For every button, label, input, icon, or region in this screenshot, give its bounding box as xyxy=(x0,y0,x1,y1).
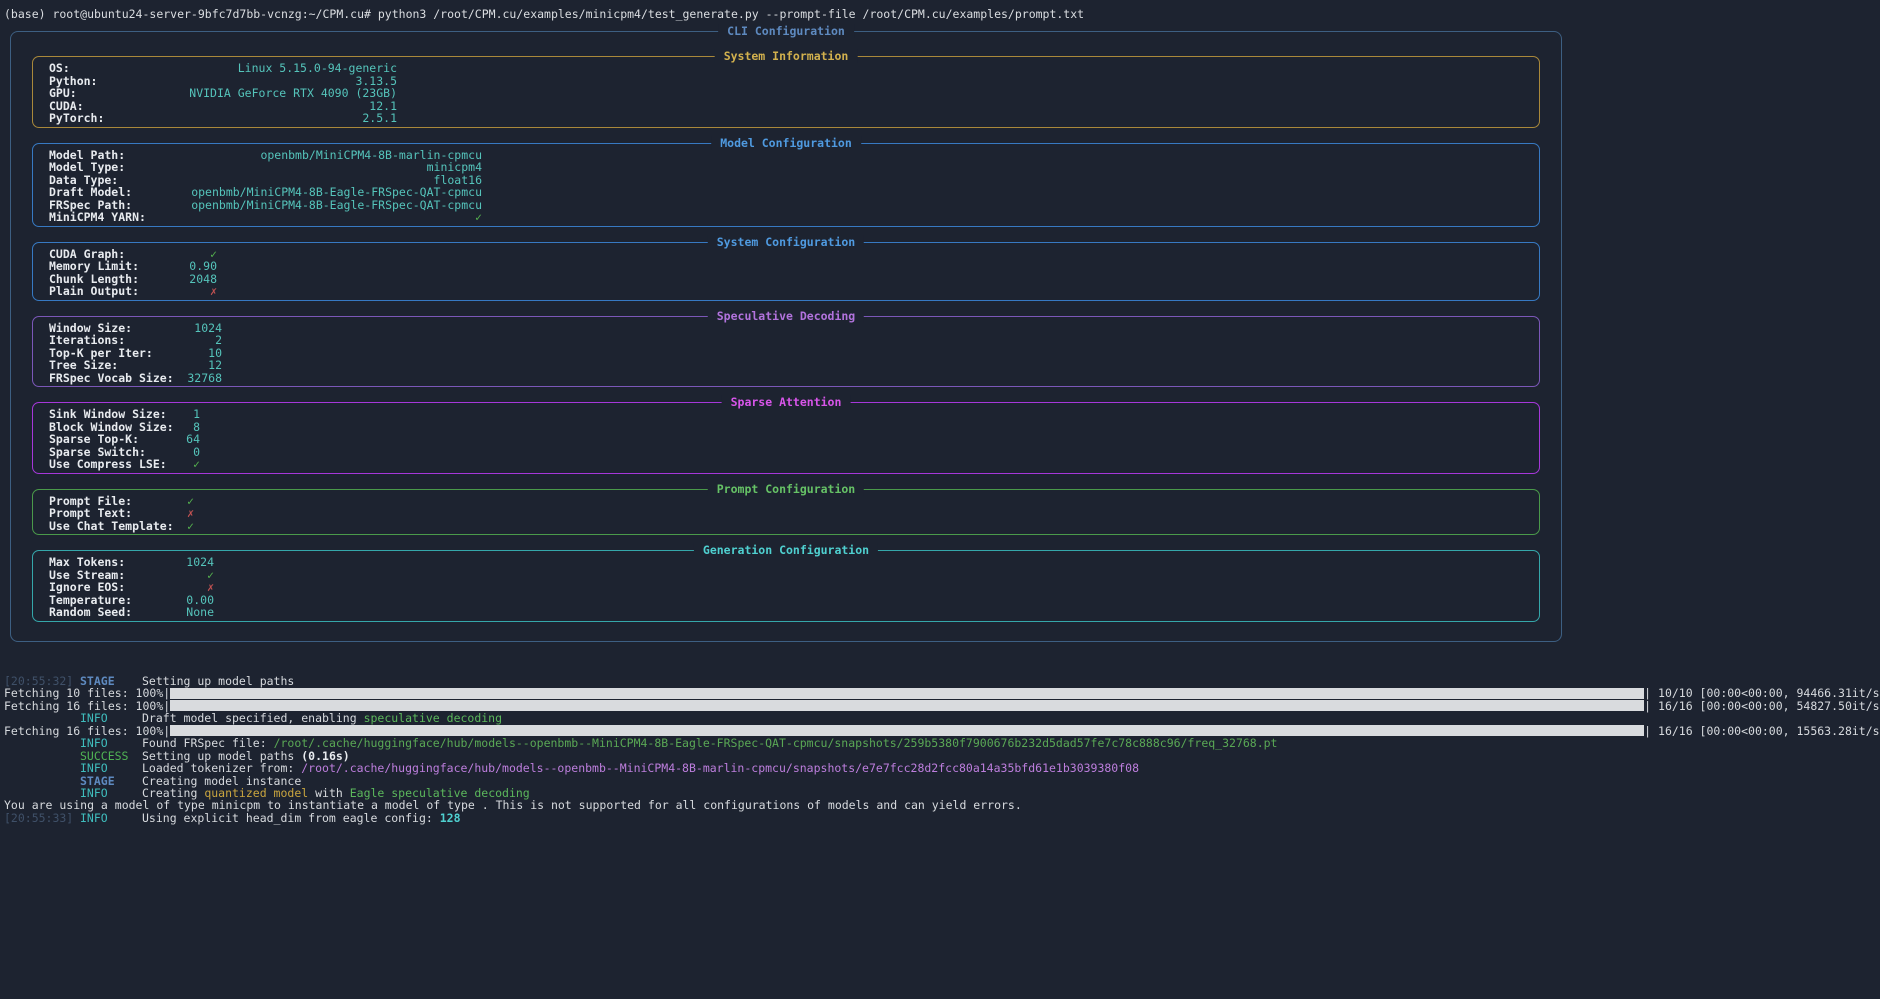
config-value: 32768 xyxy=(49,372,222,385)
log-level: INFO xyxy=(80,812,142,824)
config-row: Iterations:2 xyxy=(49,334,1523,347)
cross-icon: ✗ xyxy=(49,285,217,298)
config-row: Prompt Text:✗ xyxy=(49,507,1523,520)
section-model-configuration: Model Configuration Model Path:openbmb/M… xyxy=(32,143,1540,227)
config-row: Max Tokens:1024 xyxy=(49,556,1523,569)
config-row: MiniCPM4 YARN:✓ xyxy=(49,211,1523,224)
log-level: INFO xyxy=(80,762,142,774)
shell-command-line: (base) root@ubuntu24-server-9bfc7d7bb-vc… xyxy=(4,7,1084,21)
config-row: Ignore EOS:✗ xyxy=(49,581,1523,594)
config-row: Sink Window Size:1 xyxy=(49,408,1523,421)
config-row: Use Compress LSE:✓ xyxy=(49,458,1523,471)
check-icon: ✓ xyxy=(49,211,482,224)
section-system-information: System Information OS:Linux 5.15.0-94-ge… xyxy=(32,56,1540,128)
log-message: Using explicit head_dim from eagle confi… xyxy=(142,811,440,825)
config-row: Prompt File:✓ xyxy=(49,495,1523,508)
progress-stats: | 16/16 [00:00<00:00, 54827.50it/s] xyxy=(1644,699,1880,713)
config-row: Sparse Top-K:64 xyxy=(49,433,1523,446)
config-row: FRSpec Path:openbmb/MiniCPM4-8B-Eagle-FR… xyxy=(49,199,1523,212)
log-highlight-green: speculative decoding xyxy=(364,711,502,725)
section-title: Speculative Decoding xyxy=(708,309,864,323)
section-system-configuration: System Configuration CUDA Graph:✓ Memory… xyxy=(32,242,1540,301)
log-line-progress: Fetching 10 files: 100%|| 10/10 [00:00<0… xyxy=(4,687,1880,699)
log-file-path: /root/.cache/huggingface/hub/models--ope… xyxy=(274,736,1278,750)
cli-configuration-title: CLI Configuration xyxy=(718,24,854,38)
section-title: System Information xyxy=(715,49,858,63)
log-output: [20:55:32]STAGESetting up model paths Fe… xyxy=(4,675,1880,824)
config-row: Temperature:0.00 xyxy=(49,594,1523,607)
config-row: Plain Output:✗ xyxy=(49,285,1523,298)
section-title: Sparse Attention xyxy=(722,395,851,409)
cli-configuration-panel: CLI Configuration System Information OS:… xyxy=(10,31,1562,642)
config-row: Tree Size:12 xyxy=(49,359,1523,372)
check-icon: ✓ xyxy=(49,458,200,471)
config-value: NVIDIA GeForce RTX 4090 (23GB) xyxy=(49,87,397,100)
config-row: Random Seed:None xyxy=(49,606,1523,619)
log-level: INFO xyxy=(80,737,142,749)
config-value: 2.5.1 xyxy=(49,112,397,125)
config-row: FRSpec Vocab Size:32768 xyxy=(49,372,1523,385)
log-line: INFODraft model specified, enabling spec… xyxy=(4,712,1880,724)
section-title: Prompt Configuration xyxy=(708,482,864,496)
check-icon: ✓ xyxy=(49,520,194,533)
progress-bar xyxy=(170,688,1644,699)
log-timestamp: [20:55:33] xyxy=(4,812,80,824)
config-row: Use Stream:✓ xyxy=(49,569,1523,582)
section-title: Generation Configuration xyxy=(694,543,878,557)
log-file-path: /root/.cache/huggingface/hub/models--ope… xyxy=(301,761,1139,775)
progress-bar xyxy=(170,725,1644,736)
log-highlight-number: 128 xyxy=(440,811,461,825)
config-row: Draft Model:openbmb/MiniCPM4-8B-Eagle-FR… xyxy=(49,186,1523,199)
config-row: Model Path:openbmb/MiniCPM4-8B-marlin-cp… xyxy=(49,149,1523,162)
progress-bar xyxy=(170,700,1644,711)
config-row: Block Window Size:8 xyxy=(49,421,1523,434)
log-line: [20:55:33]INFOUsing explicit head_dim fr… xyxy=(4,812,1880,824)
log-message: Draft model specified, enabling xyxy=(142,711,364,725)
config-row: Sparse Switch:0 xyxy=(49,446,1523,459)
config-row: OS:Linux 5.15.0-94-generic xyxy=(49,62,1523,75)
section-title: System Configuration xyxy=(708,235,864,249)
config-row: Model Type:minicpm4 xyxy=(49,161,1523,174)
config-row: Use Chat Template:✓ xyxy=(49,520,1523,533)
section-generation-configuration: Generation Configuration Max Tokens:1024… xyxy=(32,550,1540,622)
config-row: PyTorch:2.5.1 xyxy=(49,112,1523,125)
config-row: CUDA:12.1 xyxy=(49,100,1523,113)
config-value: None xyxy=(49,606,214,619)
config-row: Window Size:1024 xyxy=(49,322,1523,335)
config-row: Chunk Length:2048 xyxy=(49,273,1523,286)
section-title: Model Configuration xyxy=(711,136,861,150)
config-row: Top-K per Iter:10 xyxy=(49,347,1523,360)
config-row: GPU:NVIDIA GeForce RTX 4090 (23GB) xyxy=(49,87,1523,100)
section-speculative-decoding: Speculative Decoding Window Size:1024 It… xyxy=(32,316,1540,388)
config-row: Memory Limit:0.90 xyxy=(49,260,1523,273)
log-line: [20:55:32]STAGESetting up model paths xyxy=(4,675,1880,687)
section-sparse-attention: Sparse Attention Sink Window Size:1 Bloc… xyxy=(32,402,1540,474)
config-row: CUDA Graph:✓ xyxy=(49,248,1523,261)
config-value: Linux 5.15.0-94-generic xyxy=(49,62,397,75)
section-prompt-configuration: Prompt Configuration Prompt File:✓ Promp… xyxy=(32,489,1540,536)
progress-stats: | 16/16 [00:00<00:00, 15563.28it/s] xyxy=(1644,724,1880,738)
